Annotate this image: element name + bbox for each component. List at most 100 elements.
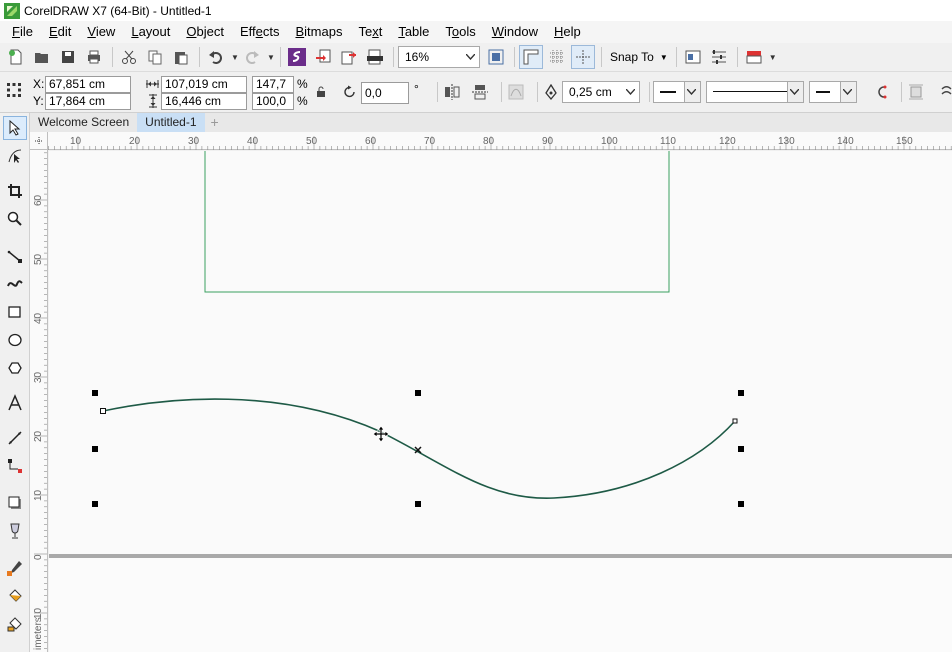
menu-item[interactable]: Help [546, 21, 589, 43]
scale-height-field[interactable]: 100,0 [252, 93, 294, 110]
artistic-media-tool[interactable] [3, 272, 27, 296]
convert-to-curves-icon[interactable] [508, 84, 524, 100]
interactive-fill-tool[interactable] [3, 584, 27, 608]
selection-handle[interactable] [92, 446, 98, 452]
application-launcher-button[interactable] [742, 45, 766, 69]
y-position-field[interactable]: 17,864 cm [45, 93, 131, 110]
object-width-field[interactable]: 107,019 cm [161, 76, 247, 93]
ruler-tick-label: 90 [542, 136, 554, 147]
rectangle-tool[interactable] [3, 300, 27, 324]
application-launcher-dropdown[interactable]: ▼ [768, 45, 778, 69]
parallel-dimension-tool[interactable] [3, 426, 27, 450]
redo-button[interactable] [240, 45, 264, 69]
menu-item-label: E [48, 24, 58, 39]
polygon-tool[interactable] [3, 356, 27, 380]
menu-item[interactable]: Tools [437, 21, 483, 43]
menu-item[interactable]: Edit [41, 21, 79, 43]
open-button[interactable] [30, 45, 54, 69]
object-height-field[interactable]: 16,446 cm [161, 93, 247, 110]
cut-button[interactable] [117, 45, 141, 69]
menu-item-label: e [255, 24, 263, 39]
rotation-angle-field[interactable]: 0,0 [361, 82, 409, 104]
mirror-vertical-icon[interactable] [472, 84, 488, 100]
connector-tool[interactable] [3, 454, 27, 478]
zoom-tool[interactable] [3, 207, 27, 231]
welcome-screen-button[interactable] [681, 45, 705, 69]
export-button[interactable] [337, 45, 361, 69]
shape-tool-icon [8, 149, 22, 163]
horizontal-ruler[interactable]: 10 20 30 40 50 60 70 80 90 100 110 120 130 140 150 [18, 132, 952, 150]
drawing-canvas[interactable] [49, 151, 952, 652]
percent-label: % [297, 94, 308, 108]
show-guidelines-button[interactable] [571, 45, 595, 69]
ruler-origin[interactable] [30, 132, 48, 150]
zoom-to-page-button[interactable] [484, 45, 508, 69]
mirror-horizontal-icon[interactable] [444, 84, 460, 100]
add-tab-icon[interactable]: + [205, 113, 225, 132]
text-tool[interactable] [3, 391, 27, 415]
vertical-ruler[interactable]: 60 50 40 30 20 10 0 10 imeters [30, 150, 48, 652]
pick-tool[interactable] [3, 116, 27, 140]
drop-shadow-tool[interactable] [3, 491, 27, 515]
curve-start-node[interactable] [100, 408, 106, 414]
line-style-select[interactable] [706, 81, 804, 103]
options-button[interactable] [707, 45, 731, 69]
redo-dropdown[interactable]: ▼ [266, 45, 276, 69]
polygon-icon [8, 362, 22, 374]
search-content-button[interactable] [285, 45, 309, 69]
menu-item[interactable]: Text [350, 21, 390, 43]
selection-handle[interactable] [738, 501, 744, 507]
end-arrowhead-select[interactable] [809, 81, 857, 103]
show-grid-button[interactable] [545, 45, 569, 69]
menu-item[interactable]: View [79, 21, 123, 43]
scale-width-field[interactable]: 147,7 [252, 76, 294, 93]
import-icon [316, 49, 331, 63]
selection-handle[interactable] [738, 390, 744, 396]
new-document-button[interactable] [4, 45, 28, 69]
undo-button[interactable] [204, 45, 228, 69]
selection-handle[interactable] [92, 501, 98, 507]
percent-label: % [297, 77, 308, 91]
x-position-field[interactable]: 67,851 cm [45, 76, 131, 93]
menu-item[interactable]: Effects [232, 21, 288, 43]
transparency-tool[interactable] [3, 519, 27, 543]
selection-handle[interactable] [415, 390, 421, 396]
menu-item-label: V [87, 24, 96, 39]
snap-to-dropdown[interactable]: Snap To ▼ [606, 50, 672, 64]
close-curve-icon[interactable] [874, 84, 888, 100]
menu-item[interactable]: Layout [123, 21, 178, 43]
ellipse-tool[interactable] [3, 328, 27, 352]
smart-fill-tool[interactable] [3, 612, 27, 636]
save-button[interactable] [56, 45, 80, 69]
crop-tool[interactable] [3, 179, 27, 203]
paste-button[interactable] [169, 45, 193, 69]
menu-item[interactable]: Bitmaps [288, 21, 351, 43]
rectangle-icon [8, 306, 21, 318]
selection-handle[interactable] [738, 446, 744, 452]
show-rulers-button[interactable] [519, 45, 543, 69]
menu-item[interactable]: Object [178, 21, 232, 43]
zoom-level-select[interactable]: 16% [398, 46, 480, 68]
outline-width-select[interactable]: 0,25 cm [562, 81, 640, 103]
shape-tool[interactable] [3, 144, 27, 168]
selection-handle[interactable] [92, 390, 98, 396]
undo-dropdown[interactable]: ▼ [230, 45, 240, 69]
document-tab[interactable]: Welcome Screen [30, 113, 137, 132]
wrap-text-icon[interactable] [908, 84, 924, 100]
curve-end-node[interactable] [732, 418, 738, 424]
publish-pdf-button[interactable] [363, 45, 387, 69]
document-tab[interactable]: Untitled-1 [137, 113, 205, 132]
color-eyedropper-tool[interactable] [3, 556, 27, 580]
separator [649, 82, 650, 102]
freehand-tool[interactable] [3, 244, 27, 268]
menu-item[interactable]: Table [390, 21, 437, 43]
selection-handle[interactable] [415, 501, 421, 507]
lock-ratio-icon[interactable] [316, 86, 326, 98]
copy-button[interactable] [143, 45, 167, 69]
more-options-icon[interactable] [940, 84, 952, 100]
import-button[interactable] [311, 45, 335, 69]
start-arrowhead-select[interactable] [653, 81, 701, 103]
print-button[interactable] [82, 45, 106, 69]
menu-item[interactable]: Window [484, 21, 546, 43]
menu-item[interactable]: File [4, 21, 41, 43]
